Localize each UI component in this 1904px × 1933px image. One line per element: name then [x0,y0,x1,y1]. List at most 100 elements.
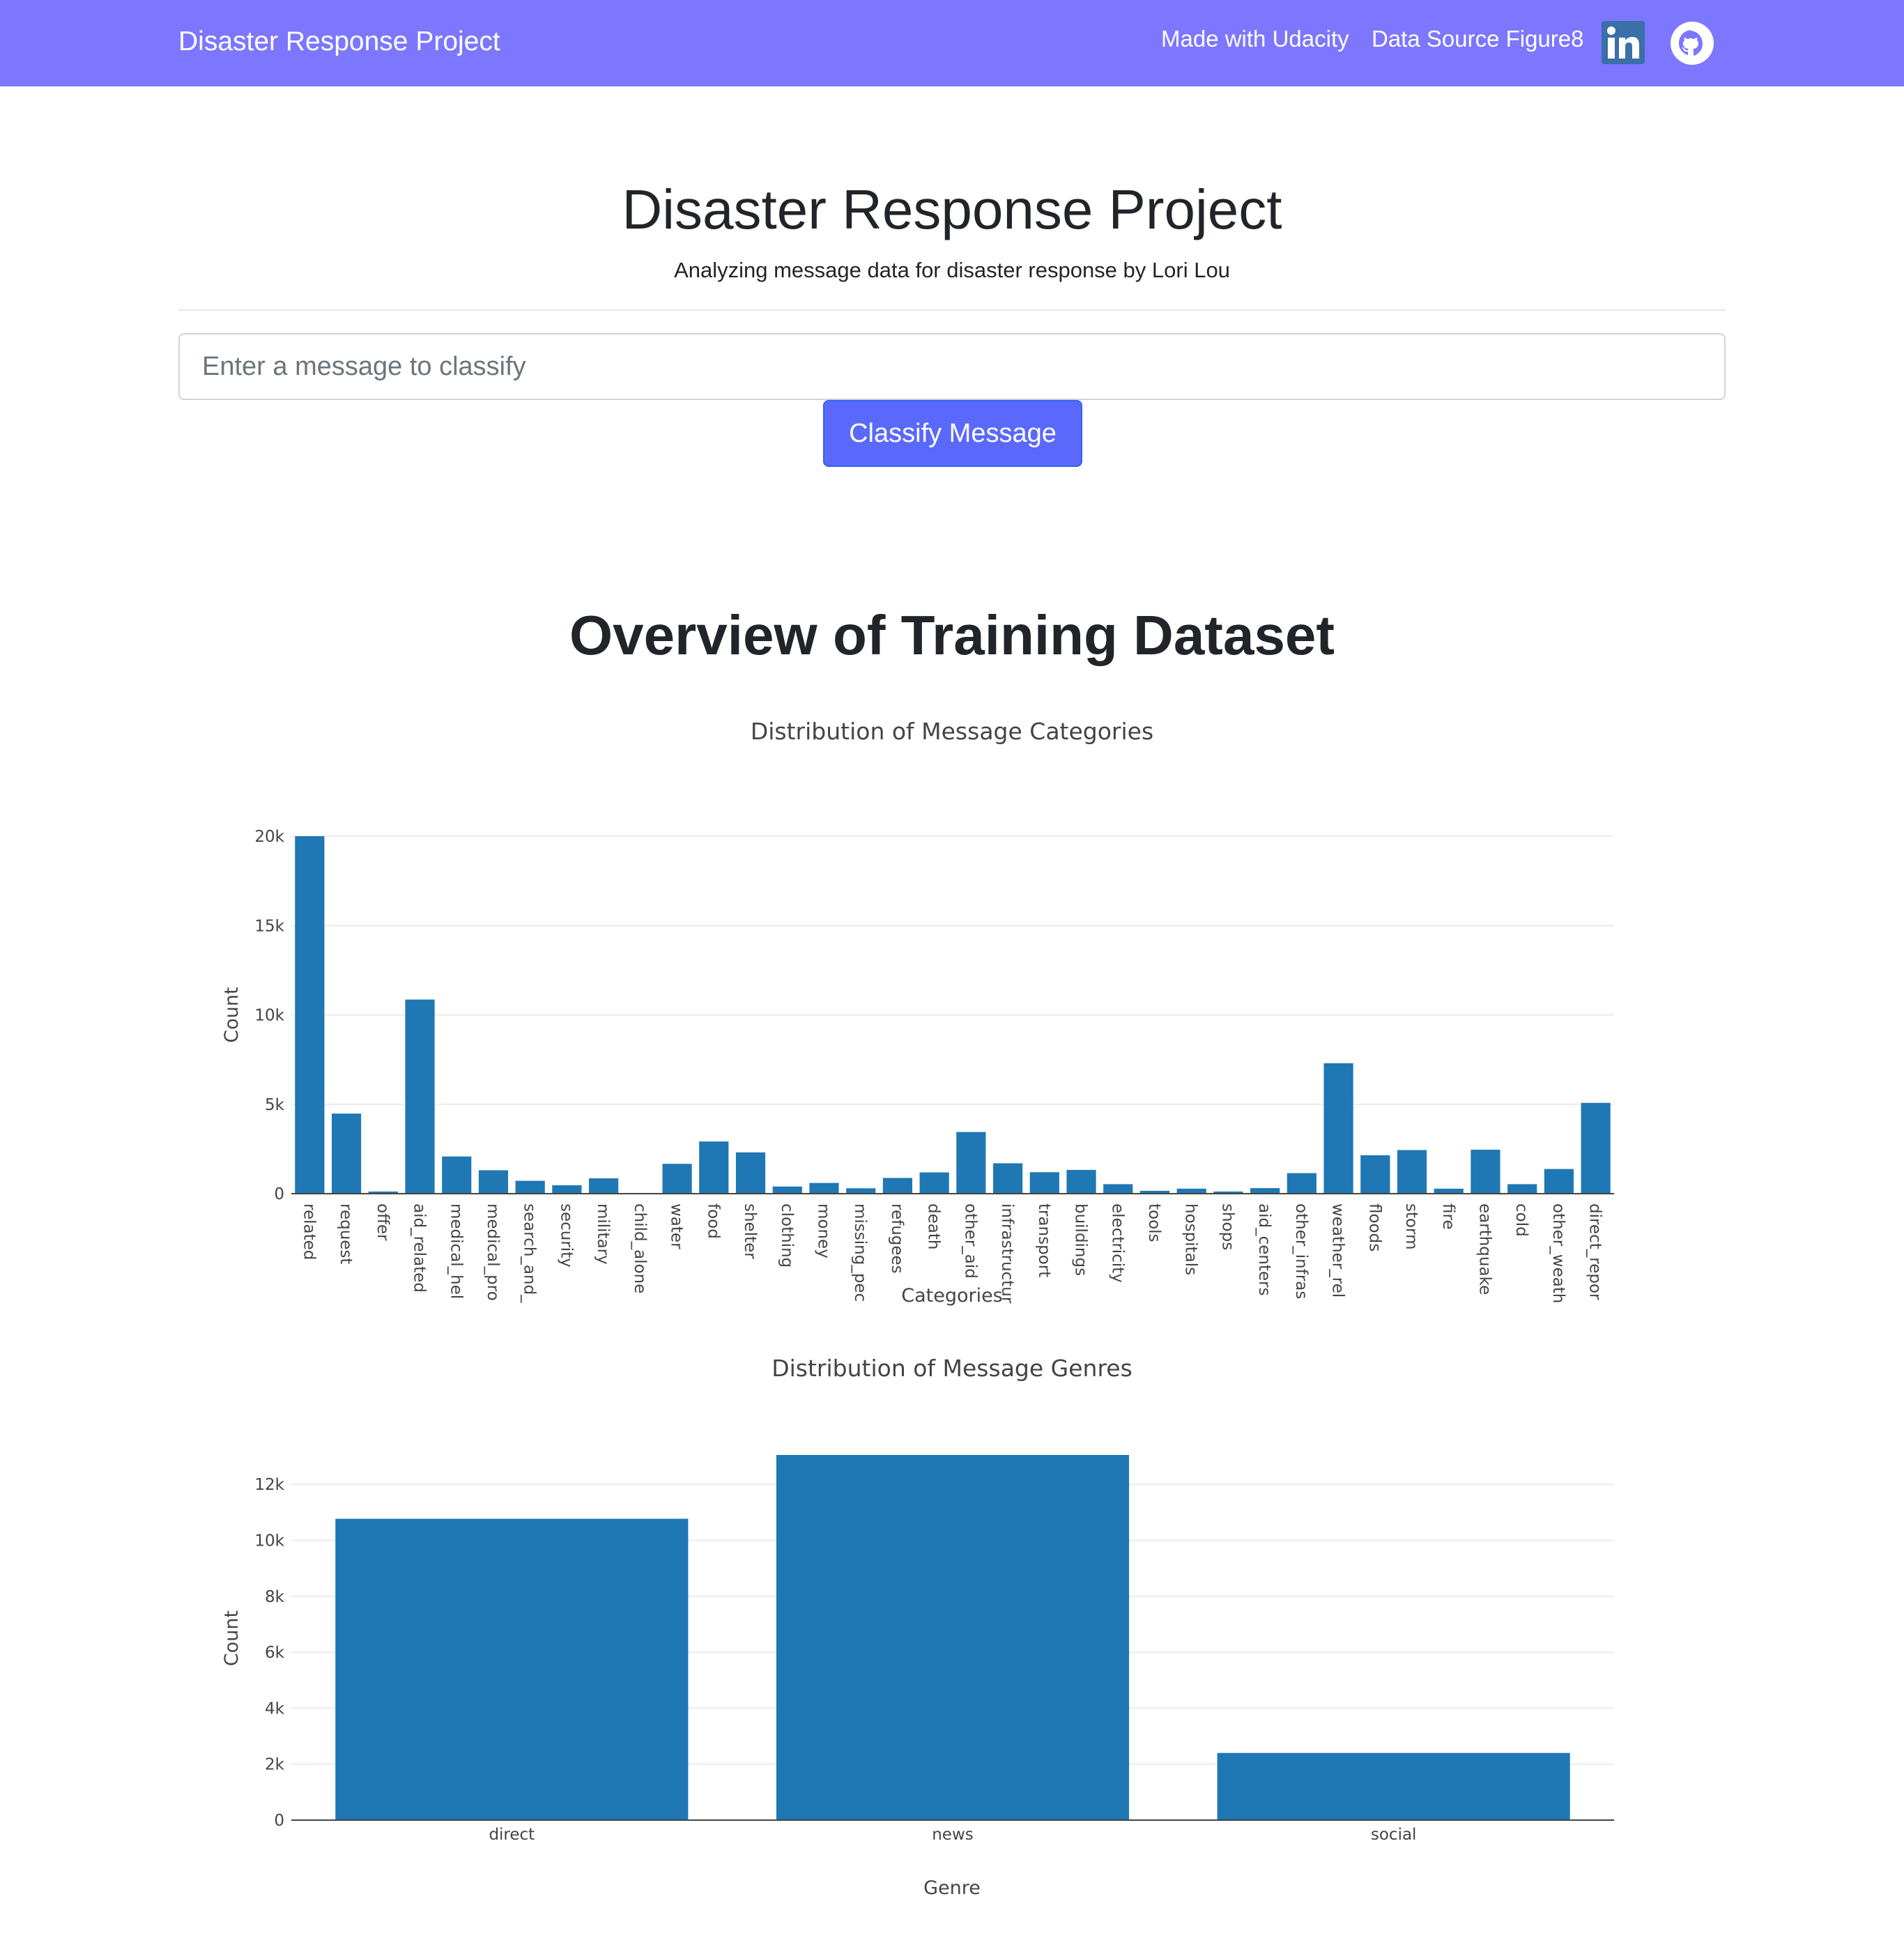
bar [1103,1184,1133,1194]
nav-link-figure8[interactable]: Data Source Figure8 [1372,26,1584,52]
y-tick-label: 6k [265,1644,285,1662]
bar [1217,1753,1570,1820]
chart-title: Distribution of Message Genres [771,1355,1133,1382]
x-tick-label: tools [1145,1203,1163,1242]
x-tick-label: earthquake [1475,1203,1494,1295]
x-tick-label: shelter [741,1203,759,1259]
bar [882,1178,913,1194]
x-tick-label: child_alone [631,1203,649,1293]
message-input[interactable] [178,333,1726,400]
bar [589,1178,619,1194]
y-tick-label: 2k [265,1756,285,1774]
page-title: Disaster Response Project [622,178,1282,240]
x-tick-label: death [925,1203,943,1249]
chart-title: Distribution of Message Categories [751,718,1153,745]
y-tick-label: 10k [254,1007,284,1025]
x-tick-label: missing_pec [851,1203,869,1302]
bar [699,1141,729,1194]
bar [1397,1150,1427,1194]
x-tick-label: weather_rel [1329,1203,1347,1297]
bar [515,1180,545,1194]
x-axis-label: Genre [923,1877,981,1899]
x-tick-label: security [557,1203,575,1268]
y-tick-label: 15k [254,917,284,935]
bar [405,999,435,1194]
x-axis-label: Categories [901,1285,1003,1307]
bar [1434,1188,1464,1194]
x-tick-label: news [932,1826,974,1844]
bar [1507,1184,1537,1194]
bar [662,1164,692,1194]
x-tick-label: food [704,1203,722,1239]
bar [1176,1188,1206,1194]
bar [992,1163,1023,1194]
bar [442,1156,472,1194]
x-tick-label: medical_pro [484,1203,502,1301]
x-tick-label: money [814,1203,832,1258]
y-tick-label: 20k [254,828,284,846]
bar [809,1183,839,1194]
bar [919,1172,949,1194]
x-tick-label: social [1371,1826,1417,1844]
linkedin-icon[interactable] [1602,21,1645,64]
bar [1360,1155,1390,1194]
bar [846,1188,876,1194]
bar [776,1454,1130,1820]
bar [772,1186,802,1194]
x-tick-label: shops [1218,1203,1236,1250]
bar [295,836,325,1194]
y-tick-label: 12k [254,1476,284,1494]
divider [178,309,1726,311]
x-tick-label: search_and_ [521,1203,539,1303]
x-tick-label: clothing [778,1203,796,1268]
navbar-brand[interactable]: Disaster Response Project [178,26,500,57]
x-tick-label: hospitals [1182,1203,1200,1275]
navbar: Disaster Response Project Made with Udac… [0,0,1904,86]
classify-message-button[interactable]: Classify Message [823,400,1082,467]
page-subtitle: Analyzing message data for disaster resp… [674,258,1230,282]
bar [1287,1173,1316,1194]
x-tick-label: floods [1365,1203,1383,1252]
x-tick-label: military [594,1203,612,1265]
x-tick-label: direct_repor [1586,1203,1604,1300]
bar [335,1518,689,1820]
y-axis-label: Count [221,1610,243,1666]
y-tick-label: 5k [265,1096,285,1114]
y-tick-label: 0 [274,1185,284,1203]
x-tick-label: offer [374,1203,392,1241]
bar [1029,1172,1059,1194]
bar [552,1185,582,1194]
bar [331,1114,362,1194]
x-tick-label: fire [1439,1203,1457,1230]
bar [1323,1063,1353,1194]
bar [1581,1102,1611,1194]
x-tick-label: direct [489,1826,535,1844]
x-tick-label: cold [1512,1203,1530,1237]
x-tick-label: transport [1035,1203,1053,1277]
x-tick-label: other_infras [1292,1203,1310,1299]
github-icon[interactable] [1670,21,1714,66]
categories-chart-svg: 0 5k 10k 15k 20k related request offer aid_relat… [221,718,1614,1307]
x-tick-label: buildings [1072,1203,1090,1276]
x-tick-label: medical_hel [447,1203,465,1299]
x-tick-label: other_aid [961,1203,979,1279]
bar [478,1170,509,1194]
genres-chart: 0 2k 4k 6k 8k 10k 12k direct news social Distribut… [0,1338,1904,1909]
categories-chart: 0 5k 10k 15k 20k related request offer aid_relat… [0,711,1904,1324]
x-tick-label: aid_centers [1255,1203,1273,1296]
bar [735,1152,766,1194]
y-tick-label: 8k [265,1588,285,1606]
genres-chart-svg: 0 2k 4k 6k 8k 10k 12k direct news social Distribut… [221,1355,1614,1899]
nav-link-udacity[interactable]: Made with Udacity [1161,26,1349,52]
x-tick-label: related [300,1203,318,1260]
y-tick-label: 4k [265,1700,285,1718]
bar [956,1132,986,1194]
x-tick-label: water [668,1203,686,1249]
bar [1544,1169,1574,1194]
bar [1066,1169,1096,1194]
bar [1471,1149,1500,1194]
overview-title: Overview of Training Dataset [569,604,1335,666]
y-tick-label: 0 [274,1812,284,1830]
x-tick-label: electricity [1108,1203,1126,1283]
x-tick-label: request [337,1203,355,1264]
